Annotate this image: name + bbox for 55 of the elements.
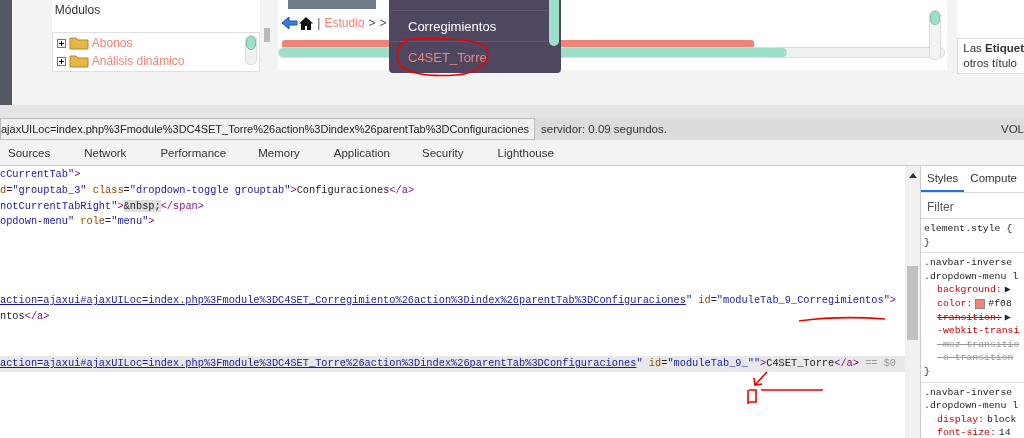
- css-brace: }: [924, 364, 931, 379]
- code-line[interactable]: opdown-menu" role="menu">: [0, 214, 905, 230]
- scroll-up-icon[interactable]: [908, 172, 917, 178]
- menu-item[interactable]: Corregimientos: [389, 10, 548, 41]
- scrollbar[interactable]: [245, 35, 258, 65]
- panel-tab[interactable]: Styles: [921, 166, 965, 192]
- code-line[interactable]: notCurrentTabRight">&nbsp;</span>: [0, 198, 905, 215]
- scrollbar[interactable]: [905, 166, 920, 438]
- panel-title: Módulos: [53, 2, 102, 19]
- home-icon[interactable]: [299, 16, 314, 30]
- code-line[interactable]: ntos</a>: [0, 308, 905, 325]
- splitter-handle-icon[interactable]: [264, 28, 271, 42]
- help-text: Las Etiquet: [963, 41, 1024, 56]
- folder-icon: [68, 54, 89, 68]
- panel-tab[interactable]: Compute: [964, 166, 1023, 192]
- code-line[interactable]: cCurrentTab">: [0, 167, 905, 183]
- devtools-tab[interactable]: Network: [76, 146, 127, 159]
- annotation-underline: [760, 387, 824, 392]
- devtools-tab[interactable]: Security: [414, 146, 464, 159]
- css-selector: .dropdown-menu l: [924, 399, 1020, 413]
- back-arrow-icon[interactable]: [281, 16, 299, 30]
- devtools-tab[interactable]: Sources: [0, 146, 51, 159]
- link-url-tooltip: ajaxUILoc=index.php%3Fmodule%3DC4SET_Torre%26action%3Dindex%26parentTab%3DConfiguraciones: [0, 118, 535, 140]
- devtools-tab[interactable]: Memory: [250, 146, 300, 159]
- annotation-bracket: [745, 389, 758, 406]
- devtools-tab[interactable]: Performance: [152, 146, 227, 159]
- devtools-tab[interactable]: Application: [325, 146, 390, 159]
- status-text: VOL: [1001, 123, 1024, 135]
- devtools-tab[interactable]: Lighthouse: [489, 146, 554, 159]
- css-declaration[interactable]: font-size: 14: [924, 426, 1024, 438]
- color-swatch-icon[interactable]: [975, 298, 986, 309]
- css-selector: .dropdown-menu l: [924, 269, 1020, 284]
- css-selector: element.style {: [924, 222, 1014, 236]
- css-declaration[interactable]: -webkit-transi: [924, 324, 1024, 338]
- code-line[interactable]: action=ajaxui#ajaxUILoc=index.php%3Fmodule%3DC4SET_Corregimiento%26action%3Dindex%26parentTab%3DConfiguraciones" id="moduleTab_9_Corregimientos">: [0, 293, 905, 309]
- expand-icon[interactable]: [56, 38, 66, 48]
- status-text: servidor: 0.09 segundos.: [541, 123, 667, 135]
- css-declaration[interactable]: transition: ▶: [924, 310, 1024, 325]
- scrollbar[interactable]: [549, 0, 559, 46]
- expand-icon[interactable]: [56, 56, 66, 66]
- breadcrumb-arrow: >: [368, 16, 376, 30]
- css-declaration[interactable]: display: block: [924, 412, 1024, 427]
- css-declaration[interactable]: color: #f08: [924, 296, 1024, 311]
- code-line[interactable]: d="grouptab_3" class="dropdown-toggle grouptab">Configuraciones</a>: [0, 182, 905, 199]
- annotation-arrow: [752, 371, 768, 387]
- scroll-thumb[interactable]: [907, 266, 918, 340]
- css-brace: }: [924, 235, 931, 250]
- breadcrumb-arrow: >: [379, 16, 387, 30]
- scrollbar[interactable]: [929, 10, 942, 60]
- css-selector: .navbar-inverse: [924, 385, 1014, 400]
- folder-icon: [68, 36, 89, 50]
- css-declaration[interactable]: background: ▶: [924, 283, 1024, 297]
- breadcrumb-separator: |: [317, 16, 321, 30]
- css-selector: .navbar-inverse: [924, 256, 1014, 270]
- help-text: otros título: [963, 56, 1018, 71]
